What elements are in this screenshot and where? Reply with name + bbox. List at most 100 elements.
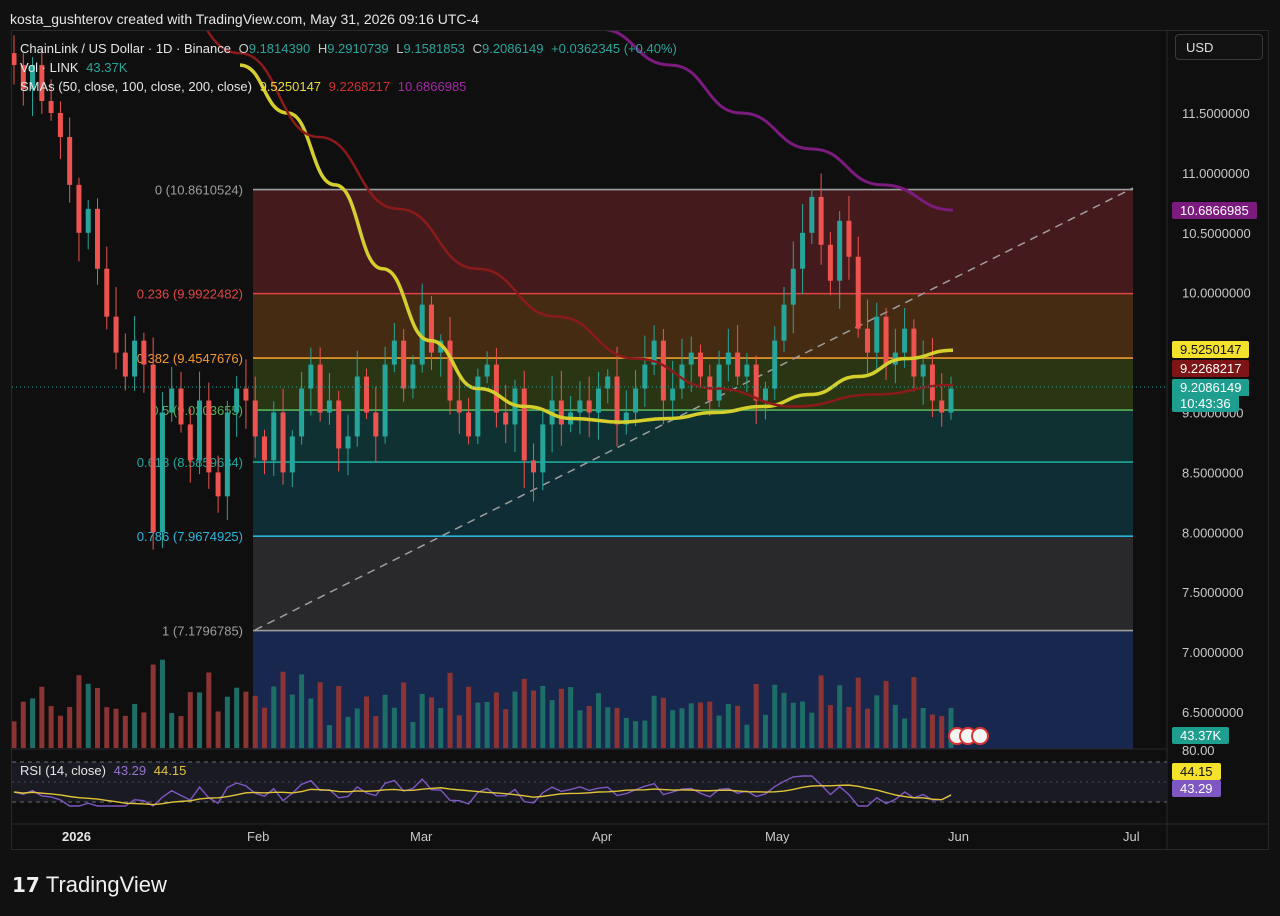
candle-body: [215, 472, 221, 497]
volume-bar: [373, 716, 379, 748]
time-axis-tick: Mar: [410, 829, 433, 844]
candle-body: [939, 400, 945, 413]
volume-bar: [790, 702, 796, 748]
candle-body: [837, 220, 843, 281]
candle-body: [364, 376, 370, 413]
volume-bar: [261, 707, 267, 748]
volume-bar: [744, 724, 750, 748]
candle-body: [410, 364, 416, 389]
close-value: 9.2086149: [481, 41, 544, 56]
volume-bar: [150, 664, 156, 748]
volume-bar: [558, 688, 564, 748]
sma50-badge: 9.5250147: [1172, 341, 1250, 358]
volume-bar: [206, 672, 212, 748]
volume-bar: [224, 696, 230, 748]
sma100-value: 9.2268217: [328, 79, 391, 94]
candle-body: [688, 352, 694, 365]
volume-bar: [30, 698, 36, 748]
volume-bar: [85, 683, 91, 748]
tradingview-logo[interactable]: 17 TradingView: [12, 872, 167, 898]
price-axis-tick: 8.5000000: [1182, 465, 1243, 480]
sma200-badge: 10.6866985: [1172, 202, 1257, 219]
candle-body: [660, 340, 666, 401]
time-axis-tick: Feb: [247, 829, 269, 844]
time-axis-tick: Apr: [592, 829, 613, 844]
candle-body: [234, 388, 240, 413]
candle-body: [800, 232, 806, 269]
volume-bar: [577, 710, 583, 748]
volume-bar: [902, 718, 908, 748]
candle-body: [345, 436, 351, 449]
volume-bar: [48, 706, 54, 748]
candle-body: [874, 316, 880, 353]
high-label: H: [317, 41, 328, 56]
volume-bar: [475, 702, 481, 748]
price-axis-tick: 10.0000000: [1182, 286, 1251, 301]
volume-bar: [642, 720, 648, 748]
candle-body: [252, 400, 258, 437]
candle-body: [299, 388, 305, 437]
volume-bar: [243, 691, 249, 748]
volume-bar: [169, 713, 175, 748]
candle-body: [428, 304, 434, 353]
candle-body: [224, 412, 230, 497]
volume-bar: [781, 692, 787, 748]
volume-bar: [289, 694, 295, 748]
currency-button[interactable]: USD: [1175, 34, 1263, 60]
candle-body: [642, 364, 648, 389]
candle-body: [243, 388, 249, 401]
high-value: 9.2910739: [327, 41, 389, 56]
volume-bar: [549, 700, 555, 748]
us-flag-event-icon: [971, 727, 989, 745]
candle-body: [289, 436, 295, 473]
volume-bar: [883, 680, 889, 748]
time-axis-tick: Jun: [948, 829, 969, 844]
volume-bar: [874, 695, 880, 748]
candle-body: [76, 184, 82, 233]
price-chart[interactable]: 0 (10.8610524)0.236 (9.9922482)0.382 (9.…: [0, 0, 1280, 916]
candle-body: [484, 364, 490, 377]
time-axis-tick: Jul: [1123, 829, 1140, 844]
candle-body: [141, 340, 147, 365]
candle-body: [261, 436, 267, 461]
rsi-label: RSI (14, close): [20, 763, 106, 778]
price-axis-tick: 11.0000000: [1182, 166, 1250, 181]
volume-bar: [271, 686, 277, 748]
volume-bar: [122, 715, 128, 748]
volume-bar: [215, 711, 221, 748]
volume-bar: [688, 703, 694, 748]
candle-body: [326, 400, 332, 413]
candle-body: [104, 268, 110, 317]
candle-body: [132, 340, 138, 377]
candle-body: [503, 412, 509, 425]
volume-bar: [76, 675, 82, 748]
low-value: 9.1581853: [403, 41, 465, 56]
candle-body: [948, 388, 954, 413]
volume-bar: [762, 714, 768, 748]
volume-bar: [252, 695, 258, 748]
candle-body: [781, 304, 787, 341]
candle-body: [735, 352, 741, 377]
price-axis-tick: 11.5000000: [1182, 106, 1250, 121]
fib-zone: [253, 462, 1133, 537]
candle-body: [206, 400, 212, 473]
volume-bar: [725, 703, 731, 748]
candle-body: [12, 53, 17, 66]
candle-body: [818, 196, 824, 245]
candle-body: [521, 388, 527, 461]
rsi-axis-tick: 80.00: [1182, 743, 1215, 758]
candle-body: [317, 364, 323, 413]
volume-legend: Vol · LINK 43.37K: [20, 60, 131, 75]
fib-level-label: 1 (7.1796785): [162, 624, 243, 639]
volume-bar: [605, 707, 611, 748]
volume-bar: [521, 678, 527, 748]
candle-body: [633, 388, 639, 413]
candle-body: [595, 388, 601, 413]
volume-bar: [503, 709, 509, 748]
candle-body: [197, 400, 203, 461]
time-axis-tick: May: [765, 829, 790, 844]
volume-bar: [336, 686, 342, 748]
candle-body: [540, 424, 546, 473]
volume-bar: [920, 708, 926, 748]
volume-bar: [809, 712, 815, 748]
